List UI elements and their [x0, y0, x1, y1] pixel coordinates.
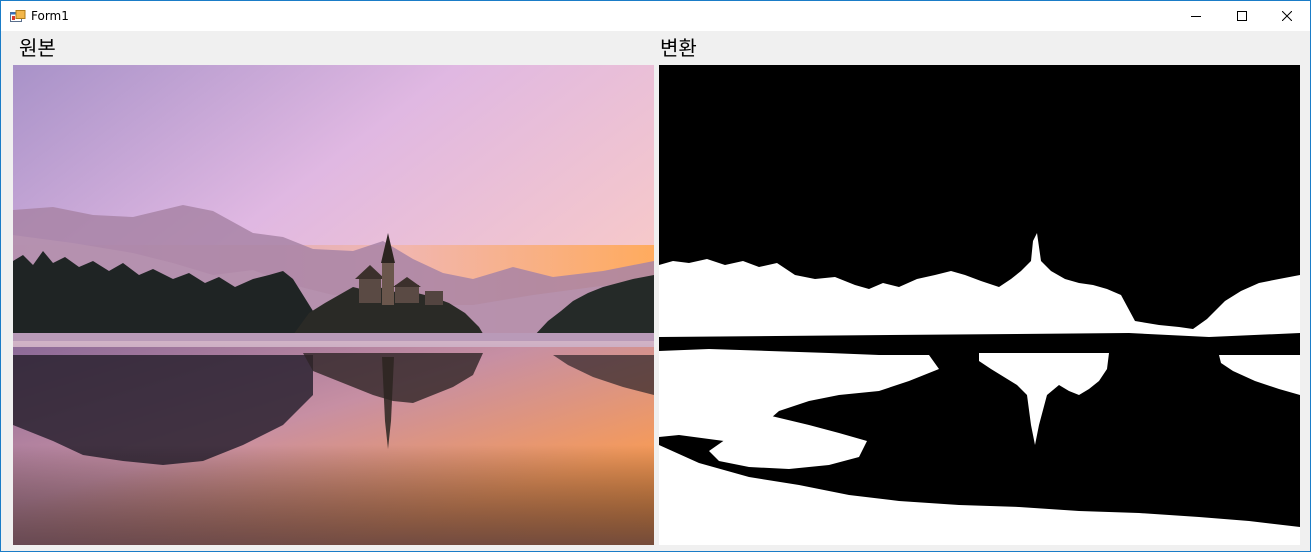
maximize-icon: [1237, 11, 1247, 21]
original-label: 원본: [19, 36, 56, 60]
close-button[interactable]: [1264, 1, 1310, 31]
title-bar[interactable]: Form1: [1, 1, 1310, 31]
close-icon: [1282, 11, 1292, 21]
original-image: [13, 65, 654, 545]
app-icon: [10, 9, 26, 23]
main-window: Form1 원본 변환: [0, 0, 1311, 552]
minimize-button[interactable]: [1173, 1, 1219, 31]
minimize-icon: [1191, 11, 1201, 21]
window-title: Form1: [31, 9, 69, 23]
maximize-button[interactable]: [1219, 1, 1265, 31]
converted-label: 변환: [660, 36, 697, 60]
converted-image: [659, 65, 1300, 545]
